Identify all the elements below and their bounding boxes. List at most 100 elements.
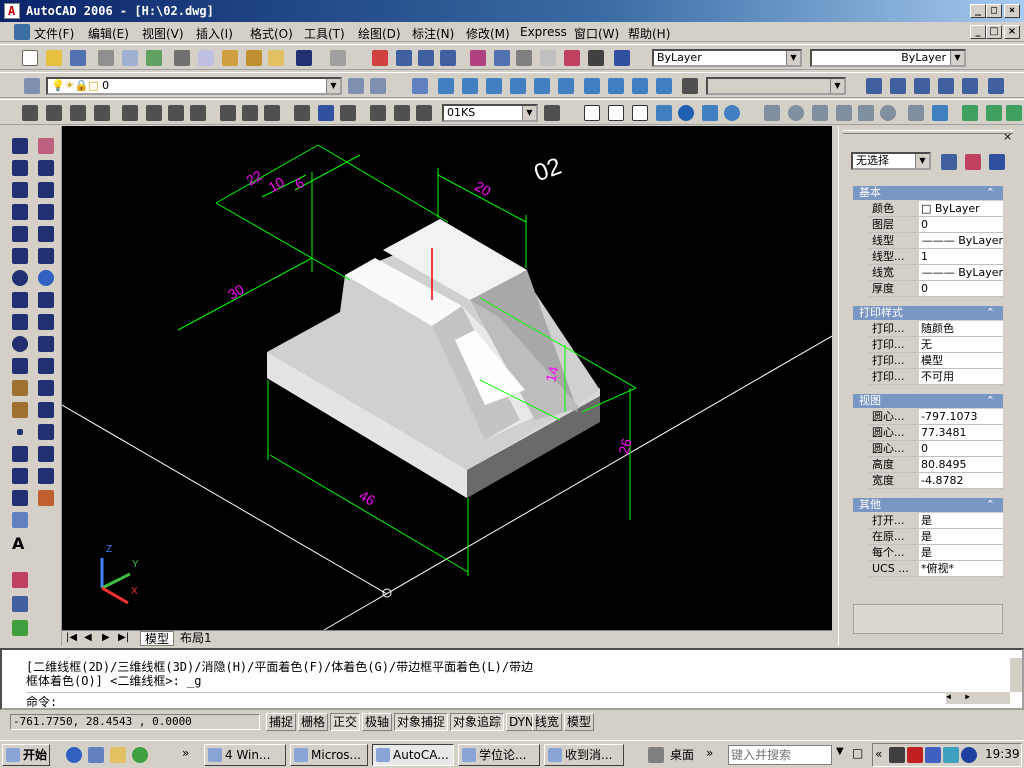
desktop-more-icon[interactable]: » bbox=[706, 746, 713, 760]
make-current-icon[interactable] bbox=[348, 78, 364, 94]
menu-file[interactable]: 文件(F) bbox=[34, 25, 74, 42]
section-view[interactable]: 视图 ⌃ bbox=[853, 394, 1003, 408]
menu-express[interactable]: Express bbox=[520, 25, 567, 39]
hidden-icon[interactable] bbox=[632, 105, 648, 121]
collapse-icon[interactable]: ⌃ bbox=[986, 186, 995, 200]
chevron-down-icon[interactable]: ▼ bbox=[786, 51, 800, 65]
ortho-toggle[interactable]: 正交 bbox=[330, 713, 361, 731]
prop-row[interactable]: 打印... 不可用 bbox=[869, 369, 1003, 385]
zoom-window-icon[interactable] bbox=[418, 50, 434, 66]
offset-icon[interactable] bbox=[38, 204, 54, 220]
section-general[interactable]: 基本 ⌃ bbox=[853, 186, 1003, 200]
section-icon[interactable] bbox=[986, 105, 1002, 121]
dimstyle-icon[interactable] bbox=[544, 105, 560, 121]
menu-view[interactable]: 视图(V) bbox=[142, 25, 184, 42]
mtext-icon[interactable]: A bbox=[12, 534, 24, 553]
chevron-down-icon[interactable]: ▼ bbox=[950, 51, 964, 65]
undo-icon[interactable] bbox=[296, 50, 312, 66]
zoom-icon-5[interactable] bbox=[962, 78, 978, 94]
palette-grip[interactable] bbox=[843, 130, 1013, 134]
zoom-previous-icon[interactable] bbox=[440, 50, 456, 66]
otrack-toggle[interactable]: 对象追踪 bbox=[450, 713, 505, 731]
taskbar-item[interactable]: AutoCA... bbox=[372, 744, 454, 766]
line-icon[interactable] bbox=[12, 138, 28, 154]
prop-row[interactable]: 圆心... 77.3481 bbox=[869, 425, 1003, 441]
grid-toggle[interactable]: 栅格 bbox=[298, 713, 329, 731]
tray-icon[interactable] bbox=[925, 747, 941, 763]
gouraud-icon[interactable] bbox=[678, 105, 694, 121]
center-mark-icon[interactable] bbox=[340, 105, 356, 121]
taskbar-item[interactable]: Micros... bbox=[290, 744, 368, 766]
view-front-icon[interactable] bbox=[510, 78, 526, 94]
zoom-view-icon[interactable] bbox=[12, 596, 28, 612]
torus-icon[interactable] bbox=[880, 105, 896, 121]
prop-row[interactable]: 线宽 ——— ByLayer bbox=[869, 265, 1003, 281]
collapse-icon[interactable]: ⌃ bbox=[986, 306, 995, 320]
flat-edges-icon[interactable] bbox=[702, 105, 718, 121]
calculator-icon[interactable] bbox=[588, 50, 604, 66]
doc-restore-button[interactable]: □ bbox=[986, 25, 1002, 39]
zoom-icon-3[interactable] bbox=[914, 78, 930, 94]
section-plot-style[interactable]: 打印样式 ⌃ bbox=[853, 306, 1003, 320]
insert-block-icon[interactable] bbox=[12, 380, 28, 396]
baseline-icon[interactable] bbox=[242, 105, 258, 121]
ellipse-icon[interactable] bbox=[12, 336, 28, 352]
command-window[interactable]: [二维线框(2D)/三维线框(3D)/消隐(H)/平面着色(F)/体着色(G)/… bbox=[0, 648, 1024, 710]
spline-icon[interactable] bbox=[12, 314, 28, 330]
sheetset-icon[interactable] bbox=[540, 50, 556, 66]
quick-select-icon[interactable] bbox=[989, 154, 1005, 170]
prop-row[interactable]: 打开... 是 bbox=[869, 513, 1003, 529]
toggle-pickadd-icon[interactable] bbox=[941, 154, 957, 170]
selection-select[interactable]: 无选择 ▼ bbox=[851, 152, 931, 170]
mirror-icon[interactable] bbox=[38, 182, 54, 198]
prop-row[interactable]: 厚度 0 bbox=[869, 281, 1003, 297]
circle-icon[interactable] bbox=[12, 270, 28, 286]
linear-dim-icon[interactable] bbox=[22, 105, 38, 121]
publish-icon[interactable] bbox=[146, 50, 162, 66]
media-icon[interactable] bbox=[132, 747, 148, 763]
tray-expand-icon[interactable]: « bbox=[875, 747, 882, 761]
view-se-icon[interactable] bbox=[584, 78, 600, 94]
tolerance-icon[interactable] bbox=[318, 105, 334, 121]
plotstyle-select[interactable]: ▼ bbox=[706, 77, 846, 95]
tab-nav-next-icon[interactable]: ▶ bbox=[102, 632, 110, 643]
cut-icon[interactable] bbox=[174, 50, 190, 66]
extend-icon[interactable] bbox=[38, 358, 54, 374]
array-icon[interactable] bbox=[38, 226, 54, 242]
menu-dimension[interactable]: 标注(N) bbox=[412, 25, 454, 42]
paste-icon[interactable] bbox=[222, 50, 238, 66]
collapse-icon[interactable]: ⌃ bbox=[986, 498, 995, 512]
chevron-down-icon[interactable]: ▼ bbox=[830, 79, 844, 93]
interfere-icon[interactable] bbox=[1006, 105, 1022, 121]
search-dropdown-icon[interactable]: ▼ bbox=[836, 746, 844, 757]
close-button[interactable]: × bbox=[1004, 4, 1020, 18]
search-go-icon[interactable]: □ bbox=[852, 746, 863, 760]
collapse-icon[interactable]: ⌃ bbox=[986, 394, 995, 408]
angular-icon[interactable] bbox=[190, 105, 206, 121]
layer-select[interactable]: 💡☀🔒□ 0 ▼ bbox=[46, 77, 342, 95]
tab-layout1[interactable]: 布局1 bbox=[176, 631, 216, 646]
polar-toggle[interactable]: 极轴 bbox=[362, 713, 393, 731]
pan-view-icon[interactable] bbox=[12, 620, 28, 636]
save-icon[interactable] bbox=[70, 50, 86, 66]
tab-nav-last-icon[interactable]: ▶| bbox=[118, 632, 129, 643]
3d-wireframe-icon[interactable] bbox=[608, 105, 624, 121]
menu-help[interactable]: 帮助(H) bbox=[628, 25, 670, 42]
markup-icon[interactable] bbox=[564, 50, 580, 66]
named-views-icon[interactable] bbox=[682, 78, 698, 94]
tray-icon[interactable] bbox=[907, 747, 923, 763]
designcenter-icon[interactable] bbox=[494, 50, 510, 66]
tray-icon[interactable] bbox=[889, 747, 905, 763]
hatch-icon[interactable] bbox=[12, 446, 28, 462]
polygon-icon[interactable] bbox=[12, 204, 28, 220]
zoom-icon-6[interactable] bbox=[988, 78, 1004, 94]
explode-icon[interactable] bbox=[38, 490, 54, 506]
view-sw-icon[interactable] bbox=[558, 78, 574, 94]
command-hscrollbar[interactable]: ◀ ▶ bbox=[946, 692, 1010, 704]
slice-icon[interactable] bbox=[962, 105, 978, 121]
prop-row[interactable]: 在原... 是 bbox=[869, 529, 1003, 545]
diameter-icon[interactable] bbox=[168, 105, 184, 121]
chevron-down-icon[interactable]: ▼ bbox=[915, 154, 929, 168]
dimstyle-select[interactable]: 01KS ▼ bbox=[442, 104, 538, 122]
extrude-icon[interactable] bbox=[908, 105, 924, 121]
